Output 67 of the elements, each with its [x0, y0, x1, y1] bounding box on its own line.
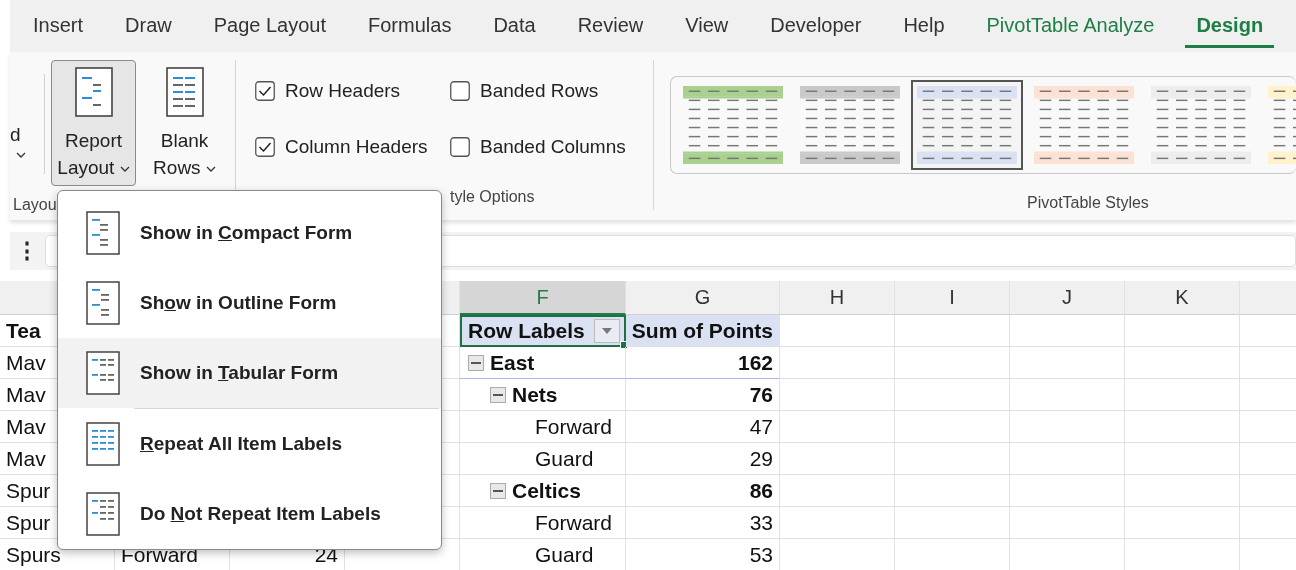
column-header[interactable]: K	[1125, 281, 1240, 315]
menu-item[interactable]: Show in Compact Form	[58, 198, 441, 268]
cell-text: Forward	[535, 510, 613, 535]
more-options-glyph[interactable]: ⋮	[12, 238, 42, 264]
ribbon-button[interactable]: Blank Rows	[142, 60, 227, 186]
table-cell: 162	[626, 347, 780, 379]
ribbon-tab[interactable]: Developer	[759, 0, 873, 48]
ribbon-tab[interactable]: PivotTable Analyze	[975, 0, 1166, 48]
layout-icon	[86, 211, 120, 255]
layout-icon	[86, 422, 120, 466]
cell-text: Guard	[535, 542, 594, 567]
checked-box-icon	[255, 81, 275, 101]
layout-icon	[86, 351, 120, 395]
chevron-down-icon	[205, 166, 216, 172]
table-cell: 29	[626, 443, 780, 475]
group-label: Layou	[13, 196, 58, 214]
checkbox[interactable]: Banded Rows	[450, 81, 650, 101]
chevron-down-icon	[16, 152, 26, 158]
menu-item[interactable]: Show in Tabular Form	[58, 338, 441, 408]
cell-text: Guard	[535, 446, 594, 471]
ribbon-tab[interactable]: View	[674, 0, 740, 48]
table-cell: 47	[626, 411, 780, 443]
checkbox[interactable]: Column Headers	[255, 137, 450, 157]
table-cell: 53	[626, 539, 780, 570]
column-header[interactable]: F	[460, 281, 626, 315]
ribbon-tab[interactable]: Review	[566, 0, 655, 48]
table-cell: 33	[626, 507, 780, 539]
checked-box-icon	[255, 137, 275, 157]
ribbon-tab[interactable]: Design	[1185, 0, 1275, 48]
column-header[interactable]: J	[1010, 281, 1125, 315]
cell-text: Celtics	[512, 478, 581, 503]
collapse-icon[interactable]	[490, 482, 506, 499]
cell-text: Row Labels	[468, 319, 585, 343]
caret-icon	[602, 328, 612, 334]
ribbon-tab[interactable]: Draw	[114, 0, 183, 48]
ribbon-tab[interactable]: Insert	[22, 0, 95, 48]
column-header[interactable]: I	[895, 281, 1010, 315]
layout-icon	[86, 281, 120, 325]
document-icon	[165, 67, 204, 117]
table-style-swatch[interactable]	[911, 80, 1023, 170]
selected-cell[interactable]: Row Labels	[460, 315, 626, 347]
group-label: PivotTable Styles	[1027, 194, 1150, 212]
cell-text: Nets	[512, 382, 558, 407]
ribbon-tab[interactable]: Page Layout	[202, 0, 338, 48]
filter-dropdown-button[interactable]	[594, 319, 620, 343]
table-cell: Sum of Points	[626, 315, 780, 347]
group-label: tyle Options	[450, 188, 536, 206]
column-header[interactable]: H	[780, 281, 895, 315]
document-icon	[74, 67, 113, 117]
layout-icon	[86, 492, 120, 536]
ribbon-tab[interactable]: Formulas	[357, 0, 463, 48]
collapse-icon[interactable]	[490, 386, 506, 403]
empty-box-icon	[450, 81, 470, 101]
table-cell: 86	[626, 475, 780, 507]
chevron-down-icon	[119, 166, 130, 172]
ribbon-button[interactable]: Report Layout	[51, 60, 136, 186]
collapse-icon[interactable]	[468, 354, 484, 371]
ribbon-button[interactable]: d	[10, 60, 40, 158]
checkbox[interactable]: Banded Columns	[450, 137, 650, 157]
cell-text: East	[490, 350, 535, 375]
checkbox[interactable]: Row Headers	[255, 81, 450, 101]
column-header[interactable]: G	[626, 281, 780, 315]
empty-box-icon	[450, 137, 470, 157]
table-cell: 76	[626, 379, 780, 411]
ribbon-tab[interactable]: Help	[892, 0, 956, 48]
ribbon-tab[interactable]: Data	[482, 0, 547, 48]
cell-text: Forward	[535, 414, 613, 439]
